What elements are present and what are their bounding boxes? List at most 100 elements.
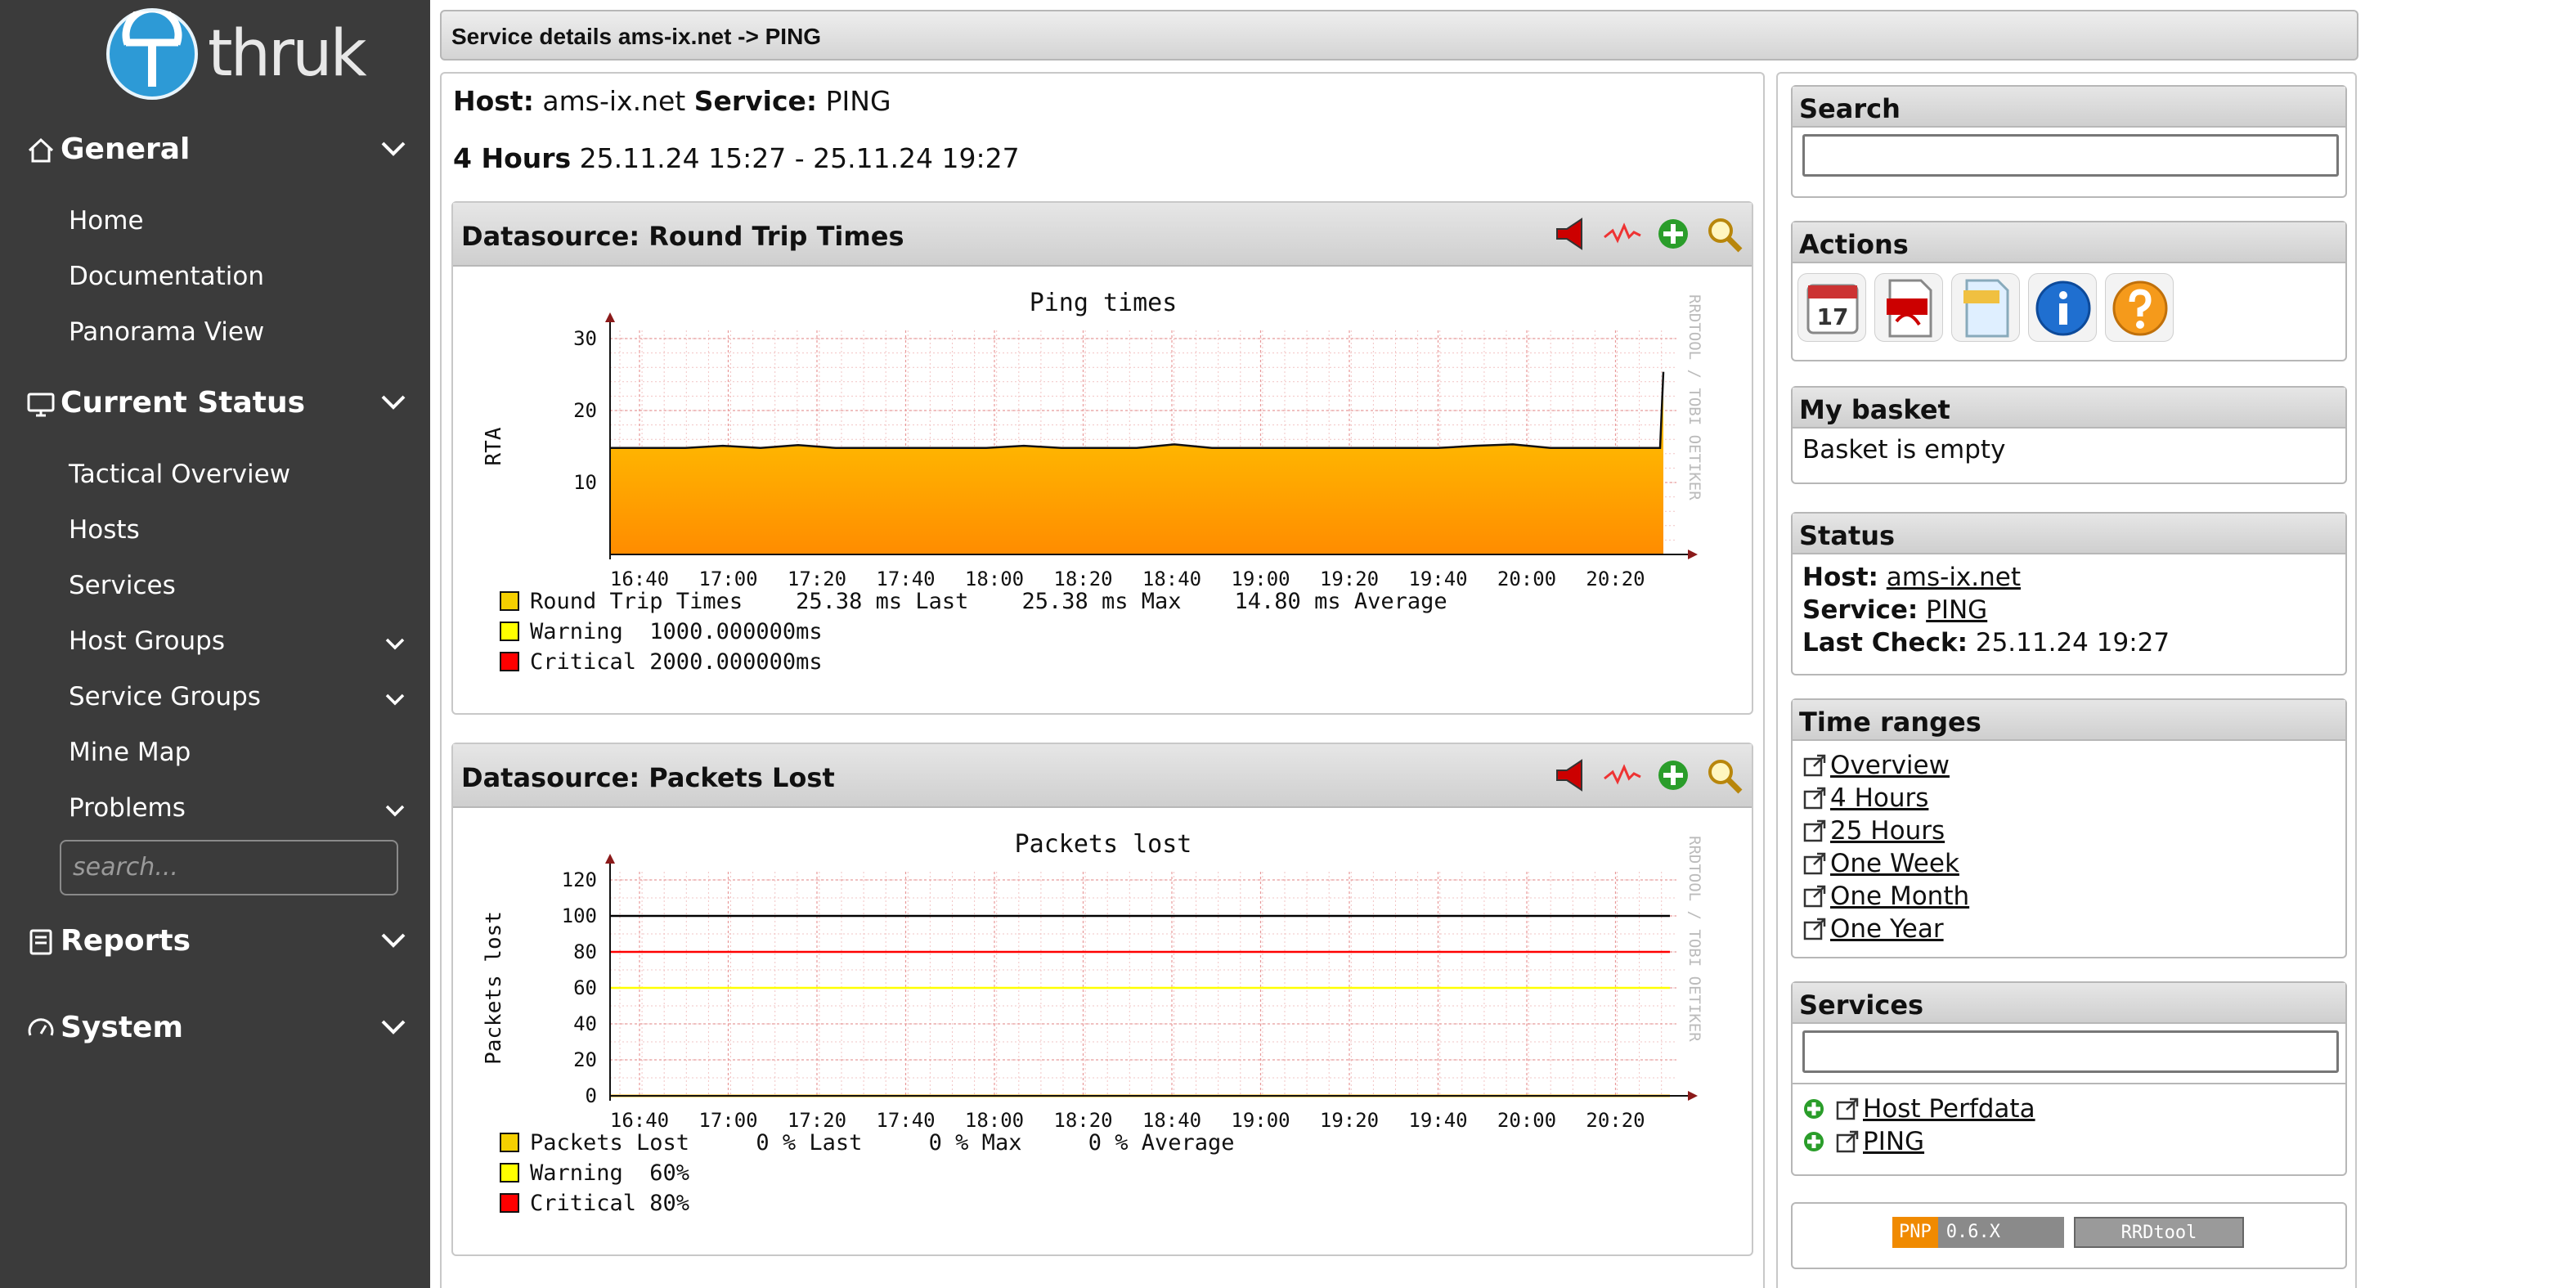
x-tick-label: 20:20 [1586,568,1645,590]
time-range-link[interactable]: 4 Hours [1830,783,1928,813]
datasource-header: Datasource: Packets Lost [453,744,1752,808]
legend-swatch [500,591,519,611]
nav-item-problems[interactable]: Problems [69,793,412,823]
info-icon[interactable] [2028,273,2097,342]
nav-section-reports[interactable]: Reports [0,914,430,967]
y-tick-label: 60 [573,976,597,999]
chevron-down-icon [381,395,406,410]
x-tick-label: 18:40 [1142,568,1201,590]
pdf-icon[interactable] [1874,273,1943,342]
zoom-icon[interactable] [1703,213,1745,255]
host-label: Host: [453,85,534,117]
sidebar-search-input[interactable]: search... [60,840,398,895]
status-host-link[interactable]: ams-ix.net [1887,563,2021,592]
status-last-check: 25.11.24 19:27 [1975,628,2170,657]
x-tick-label: 19:00 [1231,568,1290,590]
megaphone-icon[interactable] [1551,213,1593,255]
external-link-icon [1803,819,1826,842]
main-content: Host: ams-ix.net Service: PING 4 Hours 2… [440,72,1765,1288]
service-link[interactable]: Host Perfdata [1863,1094,2035,1124]
pnp-badge[interactable]: PNP 0.6.X [1892,1217,2064,1248]
time-range-link[interactable]: One Month [1830,882,1969,911]
forecast-icon[interactable] [1601,213,1644,255]
nav-item-host-groups[interactable]: Host Groups [69,626,412,656]
y-axis-arrow [605,854,615,864]
search-input[interactable] [1802,134,2339,177]
x-tick-label: 17:40 [876,568,935,590]
nav-section-general[interactable]: General [0,123,430,175]
ping-times-chart[interactable]: Ping times RTA RRDTOOL / TOBI OETIKER 16:40… [463,273,1744,707]
pnp-badge-version: 0.6.X [1937,1217,2064,1248]
y-tick-label: 80 [573,940,597,963]
add-to-basket-icon[interactable] [1652,754,1694,797]
y-axis-arrow [605,312,615,322]
x-tick-label: 16:40 [610,568,669,590]
x-tick-label: 20:20 [1586,1109,1645,1132]
add-icon[interactable] [1802,1097,1825,1120]
y-tick-label: 120 [562,868,597,891]
time-range-item[interactable]: 4 Hours [1802,782,2336,815]
time-range-item[interactable]: 25 Hours [1802,815,2336,847]
nav-section-current-status[interactable]: Current Status [0,376,430,429]
legend-entry: Warning 1000.000000ms [530,619,823,644]
external-link-icon [1836,1130,1859,1153]
rrdtool-badge[interactable]: RRDtool [2074,1217,2244,1248]
zoom-icon[interactable] [1703,754,1745,797]
search-box-title: Search [1793,87,2345,128]
nav-section-system[interactable]: System [0,1001,430,1053]
time-ranges-box: Time ranges Overview 4 Hours 25 Hours One W… [1791,698,2347,958]
datasource-header: Datasource: Round Trip Times [453,203,1752,267]
time-range-line: 4 Hours 25.11.24 15:27 - 25.11.24 19:27 [453,142,1020,174]
nav-item-service-groups[interactable]: Service Groups [69,682,412,711]
megaphone-icon[interactable] [1551,754,1593,797]
forecast-icon[interactable] [1601,754,1644,797]
thruk-logo[interactable]: thruk [106,8,367,100]
nav-item-services[interactable]: Services [69,571,176,600]
plot-area [610,872,1676,1096]
xml-icon[interactable] [1951,273,2020,342]
sidebar: thruk General Home Documentation Panoram… [0,0,430,1288]
rrdtool-badge-label: RRDtool [2120,1222,2197,1243]
datasource-panel-rtt: Datasource: Round Trip Times Ping times R… [451,201,1753,715]
book-icon [29,929,52,955]
help-icon[interactable] [2105,273,2174,342]
packets-lost-chart[interactable]: Packets lost Packets lost RRDTOOL / TOBI O… [463,815,1744,1248]
service-link[interactable]: PING [1863,1127,1924,1156]
nav-item-panorama-view[interactable]: Panorama View [69,317,264,347]
x-tick-label: 17:00 [698,568,757,590]
nav-item-hosts[interactable]: Hosts [69,515,140,545]
status-service-label: Service: [1802,595,1919,625]
time-range-item[interactable]: One Week [1802,847,2336,880]
nav-item-tactical-overview[interactable]: Tactical Overview [69,460,290,489]
legend-swatch [500,1193,519,1213]
service-list-item[interactable]: PING [1802,1125,2336,1158]
nav-item-documentation[interactable]: Documentation [69,262,264,291]
status-box-title: Status [1793,514,2345,554]
chevron-down-icon [385,805,405,817]
logo-text: thruk [208,17,367,91]
add-to-basket-icon[interactable] [1652,213,1694,255]
calendar-icon[interactable]: 17 [1797,273,1866,342]
time-range-item[interactable]: One Year [1802,913,2336,945]
time-range-item[interactable]: Overview [1802,749,2336,782]
x-tick-label: 20:00 [1497,568,1556,590]
time-range-link[interactable]: 25 Hours [1830,816,1945,846]
status-service-line: Service: PING [1802,594,2336,626]
time-range-link[interactable]: Overview [1830,751,1950,780]
basket-text: Basket is empty [1802,435,2006,464]
services-filter-input[interactable] [1802,1030,2339,1073]
rrdtool-watermark: RRDTOOL / TOBI OETIKER [1685,294,1703,500]
time-range-item[interactable]: One Month [1802,880,2336,913]
status-service-link[interactable]: PING [1926,595,1987,625]
service-list-item[interactable]: Host Perfdata [1802,1093,2336,1125]
add-icon[interactable] [1802,1130,1825,1153]
monitor-icon [27,393,55,417]
nav-item-label: Host Groups [69,626,225,656]
y-tick-label: 20 [573,399,597,422]
legend-swatch [500,622,519,641]
nav-item-mine-map[interactable]: Mine Map [69,738,191,767]
nav-item-home[interactable]: Home [69,206,144,236]
time-range-link[interactable]: One Year [1830,914,1944,944]
time-range-link[interactable]: One Week [1830,849,1959,878]
nav-section-label: General [61,132,191,166]
